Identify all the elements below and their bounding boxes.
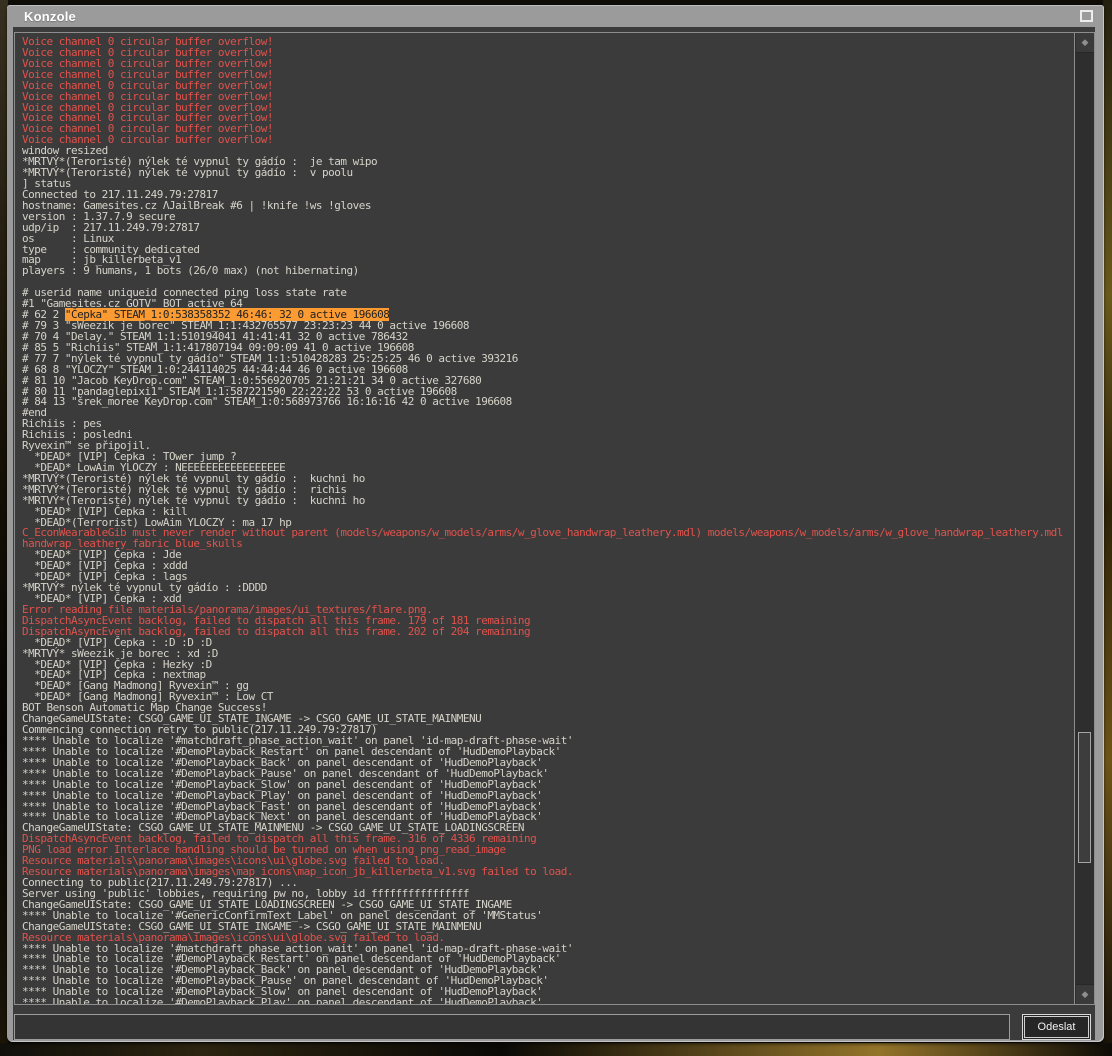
console-output-area[interactable]: Voice channel 0 circular buffer overflow… [14, 32, 1095, 1005]
console-line: **** Unable to localize '#DemoPlayback_P… [22, 998, 1073, 1004]
console-line: *MRTVÝ*(Teroristé) nýlek té vypnul ty gá… [22, 168, 1073, 179]
restore-icon[interactable] [1080, 10, 1093, 22]
console-line: Richiis : pes [22, 419, 1073, 430]
console-line: #end [22, 408, 1073, 419]
console-output[interactable]: Voice channel 0 circular buffer overflow… [15, 33, 1073, 1004]
scroll-up-button[interactable]: ◆ [1076, 33, 1094, 53]
console-line: hostname: Gamesites.cz ΛJailBreak #6 | !… [22, 201, 1073, 212]
scrollbar-thumb[interactable] [1078, 732, 1091, 863]
game-world-edge-right [1103, 0, 1112, 1056]
game-world-edge-bottom [0, 1043, 1112, 1056]
command-input[interactable] [14, 1014, 1010, 1040]
window-title: Konzole [24, 9, 76, 24]
scrollbar[interactable]: ◆ ◆ [1074, 33, 1094, 1004]
send-button[interactable]: Odeslat [1022, 1014, 1091, 1040]
console-line: # 84 13 "šrek_moree KeyDrop.com" STEAM_1… [22, 397, 1073, 408]
titlebar[interactable]: Konzole [7, 5, 1104, 27]
console-window: Konzole Voice channel 0 circular buffer … [7, 5, 1104, 1042]
scroll-down-button[interactable]: ◆ [1076, 984, 1094, 1004]
console-line: Richiis : posledni [22, 430, 1073, 441]
console-panel: Voice channel 0 circular buffer overflow… [13, 27, 1095, 1040]
console-line: players : 9 humans, 1 bots (26/0 max) (n… [22, 266, 1073, 277]
scroll-up-icon: ◆ [1082, 37, 1089, 47]
console-line: udp/ip : 217.11.249.79:27817 [22, 223, 1073, 234]
scroll-down-icon: ◆ [1082, 989, 1089, 999]
console-line: Voice channel 0 circular buffer overflow… [22, 135, 1073, 146]
